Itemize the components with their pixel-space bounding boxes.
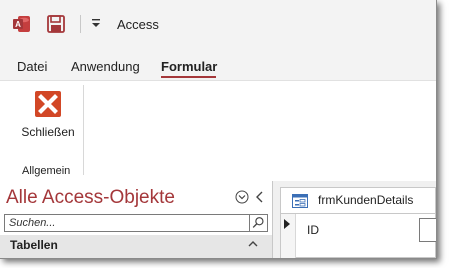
collapse-chevron-left-icon[interactable] (255, 190, 265, 204)
navigation-pane: Alle Access-Objekte Tabellen (0, 181, 273, 258)
form-icon (292, 194, 308, 208)
nav-section-tabellen[interactable]: Tabellen (0, 235, 272, 258)
access-app-icon[interactable]: A (12, 14, 32, 34)
tab-formular[interactable]: Formular (161, 59, 217, 74)
toolbar-separator (80, 15, 81, 33)
chevron-up-icon (248, 241, 258, 247)
field-input-id[interactable] (419, 218, 436, 242)
record-selector[interactable] (281, 214, 296, 258)
nav-pane-title[interactable]: Alle Access-Objekte (6, 187, 175, 209)
nav-menu-chevron-circle-icon[interactable] (235, 190, 249, 204)
title-bar: A Access (0, 0, 436, 50)
ribbon-body: Schließen Allgemein (0, 80, 436, 182)
active-tab-indicator (161, 76, 216, 78)
search-icon (252, 217, 264, 228)
ribbon-tabs: Datei Anwendung Formular (0, 50, 436, 80)
document-tab-label: frmKundenDetails (318, 193, 414, 207)
nav-section-label: Tabellen (10, 238, 58, 252)
close-button-label: Schließen (21, 125, 75, 139)
form-detail-area: ID (280, 213, 436, 258)
group-label-allgemein: Allgemein (22, 165, 71, 177)
tab-datei[interactable]: Datei (17, 59, 47, 74)
nav-search-input[interactable] (4, 214, 250, 232)
document-area: frmKundenDetails ID (273, 181, 436, 258)
document-tab-frmkundendetails[interactable]: frmKundenDetails (280, 187, 436, 213)
close-x-icon (35, 91, 61, 117)
window-title: Access (117, 17, 159, 32)
group-separator (83, 85, 84, 175)
customize-toolbar-dropdown-icon[interactable] (90, 16, 102, 30)
save-icon[interactable] (46, 14, 66, 34)
tab-anwendung[interactable]: Anwendung (71, 59, 140, 74)
search-button[interactable] (250, 214, 268, 232)
current-record-arrow-icon (284, 219, 290, 229)
access-window: A Access Datei Anwendung Formular Schlie… (0, 0, 437, 259)
svg-text:A: A (15, 20, 21, 29)
close-button[interactable]: Schließen (18, 89, 78, 144)
field-label-id: ID (307, 223, 319, 237)
